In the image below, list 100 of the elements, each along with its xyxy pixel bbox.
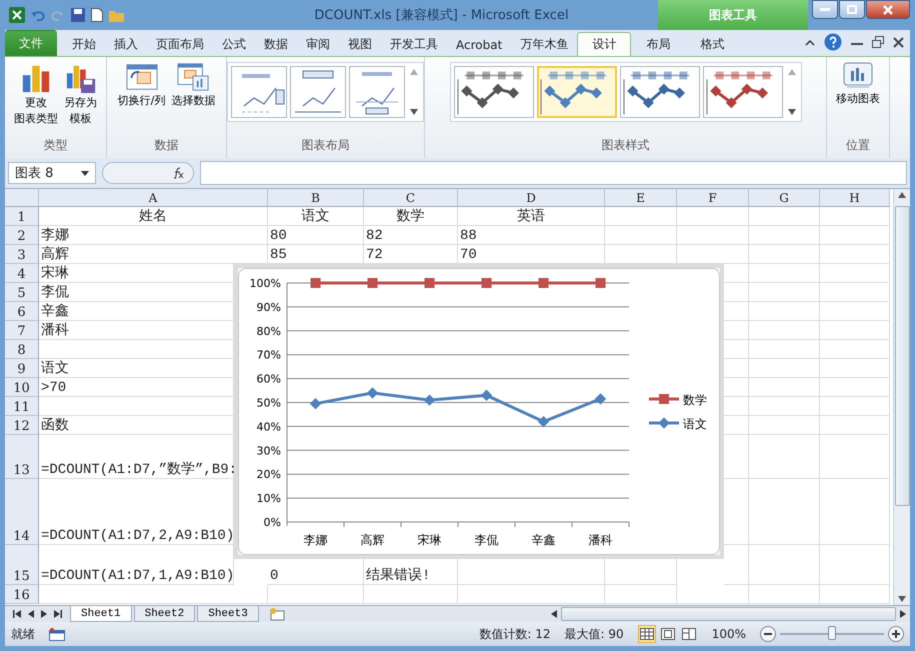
prev-sheet-icon[interactable] xyxy=(28,610,34,618)
table-cell[interactable] xyxy=(605,226,677,245)
chart-style-thumbnail[interactable] xyxy=(454,66,534,118)
zoom-slider-thumb[interactable] xyxy=(828,626,836,640)
row-header[interactable]: 12 xyxy=(5,416,39,435)
table-cell[interactable] xyxy=(677,585,749,604)
ribbon-tab[interactable]: 万年木鱼 xyxy=(511,32,578,56)
ribbon-button[interactable]: 更改 图表类型 xyxy=(12,60,60,128)
folder-icon[interactable] xyxy=(109,8,125,22)
scroll-down-icon[interactable] xyxy=(788,109,796,115)
chart-style-thumbnail[interactable] xyxy=(536,66,616,118)
table-cell[interactable]: 语文 xyxy=(268,207,364,226)
ribbon-tab[interactable]: 布局 xyxy=(631,32,686,56)
last-sheet-icon[interactable] xyxy=(54,610,62,618)
ribbon-button[interactable]: 移动图表 xyxy=(834,60,882,108)
dropdown-arrow-icon[interactable] xyxy=(81,170,89,176)
table-cell[interactable] xyxy=(268,585,364,604)
close-icon[interactable] xyxy=(893,36,904,48)
table-cell[interactable] xyxy=(820,321,890,340)
ribbon-tab[interactable]: Acrobat xyxy=(447,32,512,56)
table-cell[interactable] xyxy=(820,226,890,245)
table-cell[interactable] xyxy=(749,435,820,479)
zoom-out-button[interactable] xyxy=(760,626,776,642)
table-cell[interactable] xyxy=(364,585,458,604)
next-sheet-icon[interactable] xyxy=(41,610,47,618)
ribbon-button[interactable]: 切换行/列 xyxy=(116,60,168,110)
ribbon-tab[interactable]: 页面布局 xyxy=(147,32,213,56)
table-cell[interactable] xyxy=(749,545,820,585)
table-cell[interactable]: 语文 xyxy=(39,359,234,378)
table-cell[interactable]: =DCOUNT(A1:D7,1,A9:B10) xyxy=(39,545,234,585)
ribbon-tab[interactable]: 审阅 xyxy=(297,32,339,56)
restore-icon[interactable] xyxy=(872,36,884,48)
table-cell[interactable] xyxy=(605,585,677,604)
table-cell[interactable]: 李侃 xyxy=(39,283,234,302)
table-cell[interactable]: 李娜 xyxy=(39,226,268,245)
column-header[interactable]: B xyxy=(268,189,364,207)
maximize-button[interactable] xyxy=(839,0,865,19)
row-header[interactable]: 2 xyxy=(5,226,39,245)
table-cell[interactable] xyxy=(820,283,890,302)
table-cell[interactable] xyxy=(749,245,820,264)
name-box[interactable]: 图表 8 xyxy=(8,162,96,184)
table-cell[interactable] xyxy=(820,416,890,435)
table-cell[interactable] xyxy=(820,302,890,321)
table-cell[interactable] xyxy=(749,226,820,245)
table-cell[interactable] xyxy=(39,585,268,604)
row-header[interactable]: 8 xyxy=(5,340,39,359)
table-cell[interactable] xyxy=(39,397,234,416)
ribbon-tab[interactable]: 文件 xyxy=(5,30,57,56)
ribbon-button[interactable]: 选择数据 xyxy=(169,60,218,110)
row-header[interactable]: 3 xyxy=(5,245,39,264)
minimize-button[interactable] xyxy=(812,0,838,19)
close-button[interactable] xyxy=(866,0,910,19)
table-cell[interactable] xyxy=(749,359,820,378)
table-cell[interactable] xyxy=(677,226,749,245)
table-cell[interactable] xyxy=(605,207,677,226)
table-cell[interactable] xyxy=(820,585,890,604)
zoom-in-button[interactable] xyxy=(888,626,904,642)
table-cell[interactable] xyxy=(749,416,820,435)
table-cell[interactable] xyxy=(677,207,749,226)
scrollbar-thumb[interactable] xyxy=(561,607,896,621)
new-file-icon[interactable] xyxy=(91,8,103,22)
row-header[interactable]: 15 xyxy=(5,545,39,585)
row-header[interactable]: 13 xyxy=(5,435,39,479)
macro-record-icon[interactable] xyxy=(49,628,65,640)
table-cell[interactable]: 数学 xyxy=(364,207,458,226)
table-cell[interactable]: 88 xyxy=(458,226,605,245)
column-header[interactable]: C xyxy=(364,189,458,207)
column-header[interactable]: G xyxy=(749,189,820,207)
ribbon-tab[interactable]: 数据 xyxy=(255,32,297,56)
first-sheet-icon[interactable] xyxy=(13,610,21,618)
view-button[interactable] xyxy=(658,625,677,643)
row-header[interactable]: 16 xyxy=(5,585,39,604)
ribbon-tab[interactable]: 视图 xyxy=(339,32,381,56)
column-header[interactable]: H xyxy=(820,189,890,207)
help-icon[interactable] xyxy=(824,33,842,51)
table-cell[interactable] xyxy=(820,479,890,545)
table-cell[interactable] xyxy=(39,340,234,359)
column-header[interactable]: D xyxy=(458,189,605,207)
table-cell[interactable] xyxy=(820,340,890,359)
table-cell[interactable] xyxy=(749,207,820,226)
table-cell[interactable] xyxy=(749,378,820,397)
insert-function-button[interactable] xyxy=(102,162,194,184)
row-header[interactable]: 5 xyxy=(5,283,39,302)
select-all-corner[interactable] xyxy=(5,189,39,207)
ribbon-tab[interactable]: 插入 xyxy=(105,32,147,56)
row-header[interactable]: 7 xyxy=(5,321,39,340)
table-cell[interactable] xyxy=(749,340,820,359)
ribbon-tab[interactable]: 格式 xyxy=(685,32,740,56)
chart-style-thumbnail[interactable] xyxy=(702,66,782,118)
table-cell[interactable]: 82 xyxy=(364,226,458,245)
sheet-tab[interactable]: Sheet2 xyxy=(134,606,196,622)
column-header[interactable]: F xyxy=(677,189,749,207)
view-button[interactable] xyxy=(680,625,698,643)
table-cell[interactable] xyxy=(749,479,820,545)
table-cell[interactable]: 80 xyxy=(268,226,364,245)
table-cell[interactable]: 函数 xyxy=(39,416,234,435)
redo-icon[interactable] xyxy=(51,9,65,21)
table-cell[interactable] xyxy=(458,585,605,604)
sheet-tab[interactable]: Sheet3 xyxy=(197,606,259,622)
table-cell[interactable] xyxy=(820,207,890,226)
